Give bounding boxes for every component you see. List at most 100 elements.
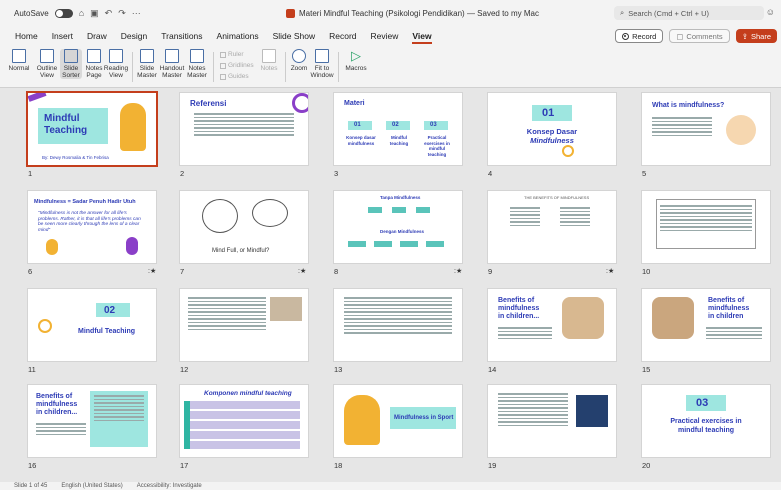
slide-number: 3 bbox=[334, 169, 339, 178]
ruler-checkbox[interactable]: Ruler bbox=[220, 51, 244, 58]
ribbon-view: Normal Outline View Slide Sorter Notes P… bbox=[0, 46, 781, 88]
slide-number: 20 bbox=[642, 461, 651, 470]
slide-thumbnail-12[interactable] bbox=[180, 289, 308, 361]
tab-record[interactable]: Record bbox=[322, 26, 363, 46]
slide-author: By: Dewy Rosmalia & Tin Febrisa bbox=[42, 155, 109, 160]
slide-title: THE BENEFITS OF MINDFULNESS bbox=[524, 195, 590, 200]
notes-button[interactable]: Notes bbox=[259, 49, 279, 72]
slide-thumbnail-19[interactable] bbox=[488, 385, 616, 457]
more-icon[interactable]: ··· bbox=[132, 8, 141, 18]
slide-title: What is mindfulness? bbox=[652, 102, 725, 109]
slide-title-line: Mindful bbox=[44, 113, 80, 124]
share-button[interactable]: ⇪ Share bbox=[735, 29, 777, 43]
checkmark-column bbox=[184, 401, 190, 449]
slide-thumbnail-1[interactable]: Mindful Teaching By: Dewy Rosmalia & Tin… bbox=[28, 93, 156, 165]
undo-icon[interactable]: ↶ bbox=[105, 8, 113, 19]
tab-home[interactable]: Home bbox=[8, 26, 45, 46]
redo-icon[interactable]: ↷ bbox=[118, 8, 126, 19]
search-input[interactable]: ⌕ Search (Cmd + Ctrl + U) bbox=[614, 6, 764, 20]
child-illustration bbox=[120, 103, 146, 151]
slide-thumbnail-11[interactable]: 02 Mindful Teaching bbox=[28, 289, 156, 361]
save-icon[interactable]: ▣ bbox=[90, 8, 99, 19]
tab-draw[interactable]: Draw bbox=[80, 26, 114, 46]
slide-thumbnail-20[interactable]: 03 Practical exercises in mindful teachi… bbox=[642, 385, 770, 457]
zoom-button[interactable]: Zoom bbox=[289, 49, 309, 72]
slide-title: Mindfulness = Sadar Penuh Hadir Utuh bbox=[34, 199, 136, 205]
slide-thumbnail-9[interactable]: THE BENEFITS OF MINDFULNESS bbox=[488, 191, 616, 263]
slide-number: 1 bbox=[28, 169, 33, 178]
comment-icon: ▢ bbox=[676, 31, 684, 41]
slide-number: 4 bbox=[488, 169, 493, 178]
agenda-label: Practical exercises in mindful teaching bbox=[424, 135, 450, 157]
component-row bbox=[188, 441, 300, 449]
slide-thumbnail-16[interactable]: Benefits of mindfulness in children... bbox=[28, 385, 156, 457]
animation-star-icon: :★ bbox=[148, 268, 157, 275]
tab-view[interactable]: View bbox=[405, 26, 438, 46]
zoom-label: Zoom bbox=[290, 65, 308, 72]
diagram-title: Tanpa Mindfulness bbox=[380, 195, 421, 200]
record-icon bbox=[622, 32, 630, 40]
slide-master-button[interactable]: Slide Master bbox=[137, 49, 157, 79]
slide-thumbnail-3[interactable]: Materi 01 02 03 Konsep dasar mindfulness… bbox=[334, 93, 462, 165]
slide-thumbnail-7[interactable]: Mind Full, or Mindful? bbox=[180, 191, 308, 263]
slide-thumbnail-15[interactable]: Benefits of mindfulness in children bbox=[642, 289, 770, 361]
section-title: Practical exercises in mindful teaching bbox=[656, 417, 756, 435]
slide-title: Mindfulness in Sport bbox=[394, 415, 454, 421]
slide-thumbnail-10[interactable] bbox=[642, 191, 770, 263]
tab-review[interactable]: Review bbox=[364, 26, 406, 46]
slide-sorter-button[interactable]: Slide Sorter bbox=[60, 49, 82, 79]
ribbon-tabs: Home Insert Draw Design Transitions Anim… bbox=[0, 26, 781, 46]
slide-thumbnail-17[interactable]: Komponen mindful teaching bbox=[180, 385, 308, 457]
accessibility-status[interactable]: Accessibility: Investigate bbox=[137, 483, 202, 489]
guides-label: Guides bbox=[228, 73, 249, 80]
macros-button[interactable]: ▷ Macros bbox=[344, 49, 368, 73]
gridlines-checkbox[interactable]: Gridlines bbox=[220, 62, 254, 69]
tab-animations[interactable]: Animations bbox=[210, 26, 266, 46]
slide-text-lines bbox=[344, 297, 452, 336]
slide-thumbnail-13[interactable] bbox=[334, 289, 462, 361]
slide-thumbnail-8[interactable]: Tanpa Mindfulness Dengan Mindfulness bbox=[334, 191, 462, 263]
slide-thumbnail-14[interactable]: Benefits of mindfulness in children... bbox=[488, 289, 616, 361]
tab-insert[interactable]: Insert bbox=[45, 26, 80, 46]
quick-access-toolbar: AutoSave ⌂ ▣ ↶ ↷ ··· bbox=[0, 8, 280, 19]
comments-button[interactable]: ▢ Comments bbox=[669, 29, 730, 43]
tab-design[interactable]: Design bbox=[114, 26, 154, 46]
ruler-checkbox-box bbox=[220, 51, 226, 58]
fit-to-window-button[interactable]: Fit to Window bbox=[310, 49, 334, 79]
slide-number: 6 bbox=[28, 267, 33, 276]
handout-master-label-2: Master bbox=[162, 72, 182, 79]
title-bar: AutoSave ⌂ ▣ ↶ ↷ ··· Materi Mindful Teac… bbox=[0, 0, 781, 26]
slide-text-lines bbox=[706, 327, 762, 341]
language-indicator[interactable]: English (United States) bbox=[61, 483, 122, 489]
slide-thumbnail-2[interactable]: Referensi bbox=[180, 93, 308, 165]
outline-view-button[interactable]: Outline View bbox=[36, 49, 58, 79]
normal-view-button[interactable]: Normal bbox=[6, 49, 32, 72]
slide-thumbnail-6[interactable]: Mindfulness = Sadar Penuh Hadir Utuh "Mi… bbox=[28, 191, 156, 263]
notes-page-button[interactable]: Notes Page bbox=[84, 49, 104, 79]
decorative-stripe bbox=[28, 93, 47, 102]
notes-master-button[interactable]: Notes Master bbox=[186, 49, 208, 79]
handout-master-button[interactable]: Handout Master bbox=[160, 49, 184, 79]
share-label: Share bbox=[750, 31, 771, 41]
record-button[interactable]: Record bbox=[615, 29, 664, 43]
slide-thumbnail-5[interactable]: What is mindfulness? bbox=[642, 93, 770, 165]
ribbon-separator bbox=[285, 52, 286, 82]
diagram-box bbox=[416, 207, 430, 213]
slide-text-lines bbox=[498, 327, 552, 341]
slide-title: Komponen mindful teaching bbox=[204, 390, 292, 397]
profile-icon[interactable]: ☺ bbox=[766, 7, 775, 17]
slide-thumbnail-18[interactable]: Mindfulness in Sport bbox=[334, 385, 462, 457]
tab-slide-show[interactable]: Slide Show bbox=[266, 26, 323, 46]
agenda-label: Konsep dasar mindfulness bbox=[346, 135, 376, 146]
home-icon[interactable]: ⌂ bbox=[79, 8, 84, 18]
document-title-area[interactable]: Materi Mindful Teaching (Psikologi Pendi… bbox=[286, 0, 539, 26]
document-title: Materi Mindful Teaching (Psikologi Pendi… bbox=[299, 8, 539, 18]
slide-thumbnail-4[interactable]: 01 Konsep Dasar Mindfulness bbox=[488, 93, 616, 165]
tab-transitions[interactable]: Transitions bbox=[154, 26, 209, 46]
reading-view-button[interactable]: Reading View bbox=[104, 49, 128, 79]
outline-view-label-2: View bbox=[40, 72, 54, 79]
slide-sorter: Mindful Teaching By: Dewy Rosmalia & Tin… bbox=[0, 88, 781, 482]
guides-checkbox[interactable]: Guides bbox=[220, 73, 249, 80]
autosave-toggle[interactable] bbox=[54, 8, 73, 18]
thought-bubble-clear bbox=[252, 199, 288, 227]
